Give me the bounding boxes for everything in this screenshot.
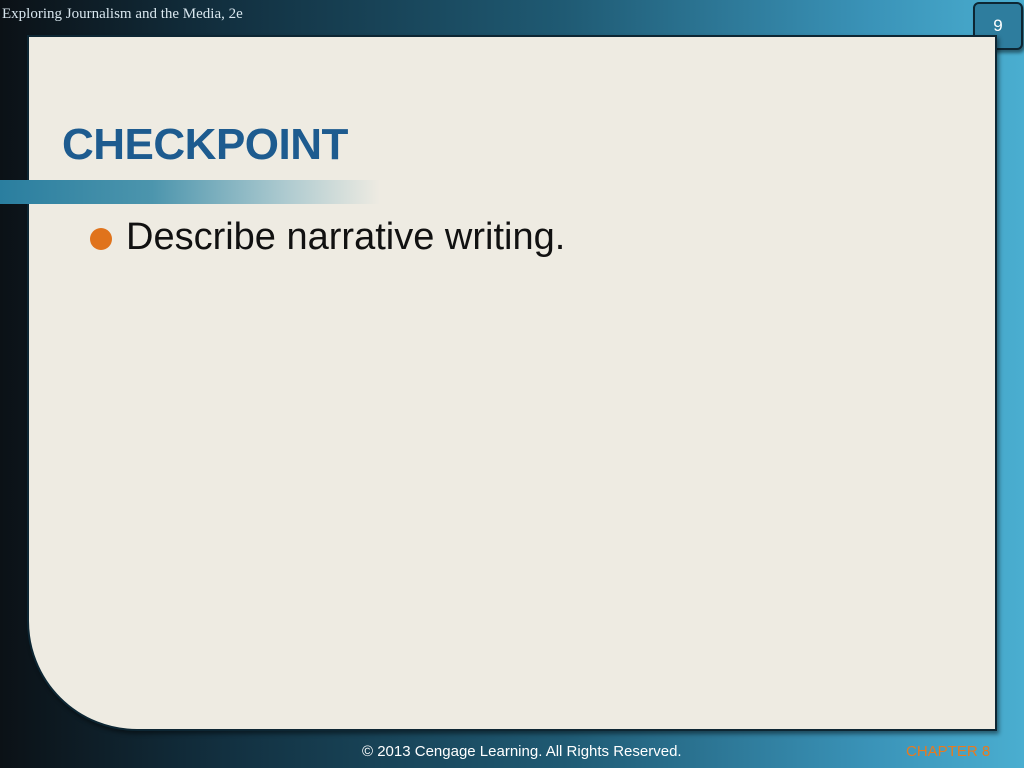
bullet-text: Describe narrative writing. — [126, 216, 566, 258]
page-number: 9 — [993, 16, 1003, 35]
copyright-text: © 2013 Cengage Learning. All Rights Rese… — [362, 743, 682, 760]
bullet-dot-icon — [90, 227, 112, 250]
slide-title: CHECKPOINT — [62, 120, 348, 169]
course-title: Exploring Journalism and the Media, 2e — [2, 6, 243, 22]
chapter-label: CHAPTER 8 — [906, 743, 991, 760]
title-accent-bar — [0, 180, 380, 204]
bullet-item: Describe narrative writing. — [90, 216, 565, 259]
